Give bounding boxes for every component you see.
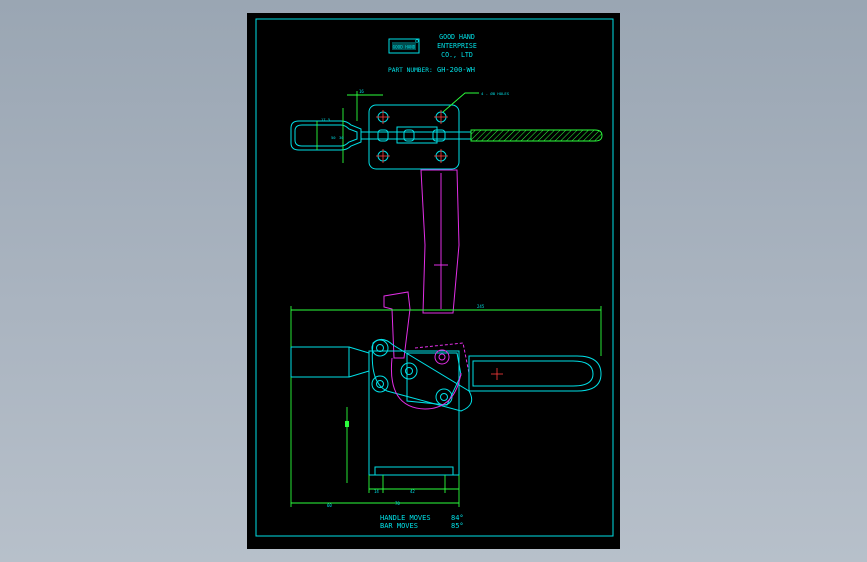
part-number-value: GH-200-WH — [437, 66, 475, 74]
company-name-line3: CO., LTD — [441, 51, 473, 59]
logo-text: GOOD HAND — [393, 45, 416, 50]
clamp-base-foot — [374, 466, 454, 476]
dim-marker — [345, 421, 349, 427]
sheet-border — [255, 18, 614, 537]
hole-callout: 4 - Ø8 HOLES — [481, 91, 510, 96]
dim-left-a: 17.5 — [321, 117, 330, 122]
spindle-block — [290, 346, 350, 378]
note-bar-label: BAR MOVES — [380, 522, 418, 530]
title-block: GOOD HAND GOOD HAND ENTERPRISE CO., LTD … — [388, 33, 477, 74]
part-number-label: PART NUMBER: — [388, 67, 433, 74]
top-view-tongue-inner — [294, 124, 358, 147]
pivot-icon — [400, 362, 418, 380]
side-view: 245 60 14 42 70 — [290, 169, 602, 508]
mounting-hole-icon — [376, 110, 390, 124]
dim-left-b: 30 — [339, 135, 344, 140]
dim-base-c: 70 — [395, 501, 400, 506]
mounting-hole-icon — [434, 149, 448, 163]
dim-base-a: 14 — [374, 489, 379, 494]
pivot-cross-icon — [434, 258, 448, 272]
dim-overall-label: 245 — [477, 304, 485, 309]
clamp-base-body — [368, 350, 460, 476]
dim-base-b: 42 — [410, 489, 415, 494]
pivot-icon — [371, 375, 389, 393]
motion-notes: HANDLE MOVES 84° BAR MOVES 85° — [380, 514, 464, 530]
note-handle-label: HANDLE MOVES — [380, 514, 431, 522]
mounting-hole-icon — [376, 149, 390, 163]
handle-center-icon — [491, 368, 503, 380]
raised-arm — [420, 169, 460, 314]
dim-left-c: 50 — [331, 135, 336, 140]
note-handle-value: 84° — [451, 514, 464, 522]
dim-bottom-left: 60 — [327, 503, 332, 508]
company-name-line1: GOOD HAND — [439, 33, 475, 41]
pivot-icon — [435, 388, 453, 406]
swing-path — [414, 342, 470, 374]
drawing-sheet: GOOD HAND GOOD HAND ENTERPRISE CO., LTD … — [247, 13, 620, 549]
pivot-icon — [434, 349, 450, 365]
note-bar-value: 85° — [451, 522, 464, 530]
top-view-handle — [470, 129, 603, 142]
top-view-center-block — [396, 126, 438, 144]
mounting-hole-icon — [434, 110, 448, 124]
pivot-icon — [371, 339, 389, 357]
clamp-drawing: GOOD HAND GOOD HAND ENTERPRISE CO., LTD … — [255, 18, 614, 537]
linkage-arm — [406, 352, 462, 406]
hole-callout-leader — [442, 92, 479, 113]
company-name-line2: ENTERPRISE — [437, 42, 477, 50]
company-logo: GOOD HAND — [388, 38, 420, 54]
dim-top-label: 16 — [359, 89, 364, 94]
top-view: 16 17.5 30 50 4 - Ø8 HOLES — [290, 89, 603, 170]
